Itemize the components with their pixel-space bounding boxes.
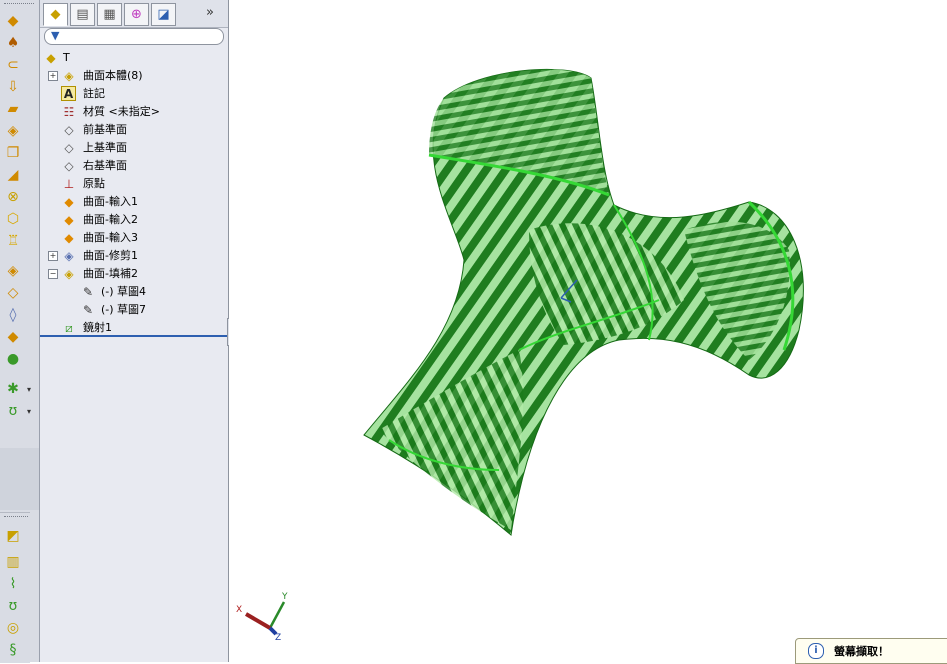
tree-item-label: 曲面本體(8) xyxy=(83,69,143,82)
annotations-icon: A xyxy=(61,86,76,101)
knit-surface-icon[interactable]: ◢ xyxy=(3,166,23,184)
untrim-surface-icon[interactable]: ◊ xyxy=(3,306,23,324)
tree-item-label: (-) 草圖7 xyxy=(101,303,147,316)
more-tabs-icon[interactable]: » xyxy=(206,5,214,20)
tab-configuration-manager[interactable]: ▦ xyxy=(97,3,122,26)
tree-item-label: 前基準面 xyxy=(83,123,127,136)
tree-item-label: 曲面-填補2 xyxy=(83,267,138,280)
tab-dimxpert-manager[interactable]: ⊕ xyxy=(124,3,149,26)
split-line-icon[interactable]: ʊ xyxy=(3,402,23,420)
tree-item-label: 原點 xyxy=(83,177,105,190)
curves-toolbar: ◩ ▥ ⌇ ʊ ◎ § xyxy=(0,512,30,663)
tree-item-label: (-) 草圖4 xyxy=(101,285,147,298)
chevron-down-icon[interactable]: ▾ xyxy=(27,407,31,416)
tree-item-label: 曲面-輸入3 xyxy=(83,231,138,244)
swept-surface-icon[interactable]: ⊂ xyxy=(3,56,23,74)
helix-icon[interactable]: ʊ xyxy=(3,597,23,615)
radiate-surface-icon[interactable]: ❐ xyxy=(3,144,23,162)
curve-through-points-icon[interactable]: ⌇ xyxy=(3,575,23,593)
tab-display-manager[interactable]: ◪ xyxy=(151,3,176,26)
cut-with-surface-icon[interactable]: ✱ xyxy=(3,380,23,398)
tree-item-label: 曲面-輸入2 xyxy=(83,213,138,226)
toolbar-grip[interactable] xyxy=(4,3,34,7)
tab-feature-manager[interactable]: ◆ xyxy=(43,3,68,26)
part-icon: ◆ xyxy=(46,51,56,65)
lofted-surface-icon[interactable]: ⇩ xyxy=(3,78,23,96)
reference-triad[interactable]: Y X Z xyxy=(232,590,292,640)
rollback-bar[interactable] xyxy=(40,335,228,337)
toolbar-gap xyxy=(0,448,39,510)
collapse-icon[interactable]: − xyxy=(48,269,58,279)
plane-icon: ◇ xyxy=(64,159,74,173)
plane-icon: ◇ xyxy=(64,123,74,137)
filter-input[interactable]: ▼ xyxy=(44,28,224,45)
chevron-down-icon[interactable]: ▾ xyxy=(27,385,31,394)
mirror-icon: ⧄ xyxy=(65,321,73,335)
replace-face-icon[interactable]: ● xyxy=(3,350,23,368)
tree-item-label: 材質 <未指定> xyxy=(83,105,160,118)
surface-model[interactable] xyxy=(229,0,947,662)
extend-surface-icon[interactable]: ◇ xyxy=(3,284,23,302)
trim-surface-icon: ◈ xyxy=(64,249,74,263)
triad-z-label: Z xyxy=(275,633,281,640)
extruded-surface-icon[interactable]: ◆ xyxy=(3,12,23,30)
spiral-icon[interactable]: § xyxy=(3,641,23,659)
sketch-plane-icon[interactable]: ◩ xyxy=(3,527,23,545)
expand-icon[interactable]: + xyxy=(48,251,58,261)
filled-surface-icon: ◈ xyxy=(64,267,74,281)
trim-surface-icon[interactable]: ◈ xyxy=(3,262,23,280)
tree-item-label: 上基準面 xyxy=(83,141,127,154)
imported-surface-icon: ◆ xyxy=(64,213,74,227)
toolbar-grip[interactable] xyxy=(4,516,28,520)
origin-icon: ⊥ xyxy=(63,177,75,191)
tree-item-label: 右基準面 xyxy=(83,159,127,172)
revolved-surface-icon[interactable]: ♠ xyxy=(3,34,23,52)
graphics-area[interactable]: Y X Z xyxy=(229,0,947,662)
tree-item-label: 註記 xyxy=(83,87,105,100)
notification-text: 螢幕擷取！ xyxy=(834,645,889,658)
tree-item-label: 曲面-修剪1 xyxy=(83,249,138,262)
screen-capture-notification[interactable]: i 螢幕擷取！ xyxy=(795,638,947,664)
sketch-icon: ✎ xyxy=(82,303,94,317)
offset-surface-icon[interactable]: ◈ xyxy=(3,122,23,140)
thicken-icon[interactable]: ♖ xyxy=(3,232,23,250)
tab-property-manager[interactable]: ▤ xyxy=(70,3,95,26)
fill-surface-icon[interactable]: ◆ xyxy=(3,328,23,346)
expand-icon[interactable]: + xyxy=(48,71,58,81)
imported-surface-icon: ◆ xyxy=(64,195,74,209)
tree-item-label: 曲面-輸入1 xyxy=(83,195,138,208)
feature-manager-tabs: ◆ ▤ ▦ ⊕ ◪ » xyxy=(40,0,228,28)
sketch-icon: ✎ xyxy=(82,285,94,299)
projected-curve-icon[interactable]: ◎ xyxy=(3,619,23,637)
plane-icon: ◇ xyxy=(64,141,74,155)
filter-icon: ▼ xyxy=(51,29,60,42)
triad-x-label: X xyxy=(236,605,242,615)
feature-manager-panel: ◆ ▤ ▦ ⊕ ◪ » ▼ ◆ T + ◈ 曲面本體(8) A 註記 ☷ 材質 … xyxy=(40,0,229,662)
boundary-surface-icon[interactable]: ▰ xyxy=(3,100,23,118)
delete-face-icon[interactable]: ⊗ xyxy=(3,188,23,206)
surface-bodies-folder-icon: ◈ xyxy=(64,69,74,83)
tree-root-label: T xyxy=(63,51,70,64)
composite-curve-icon[interactable]: ▥ xyxy=(3,553,23,571)
planar-surface-icon[interactable]: ⬡ xyxy=(3,210,23,228)
triad-y-label: Y xyxy=(281,592,288,602)
material-icon: ☷ xyxy=(63,105,75,119)
imported-surface-icon: ◆ xyxy=(64,231,74,245)
info-icon: i xyxy=(808,643,824,659)
